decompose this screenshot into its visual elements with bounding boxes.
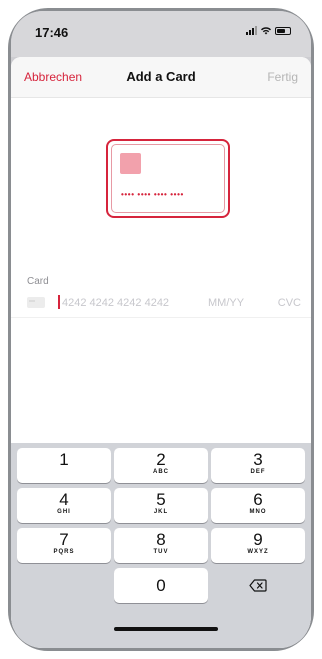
card-input-row[interactable]: 4242 4242 4242 4242 MM/YY CVC (11, 289, 311, 318)
key-digit: 0 (156, 576, 166, 595)
key-digit: 8 (156, 530, 166, 549)
key-2[interactable]: 2 ABC (114, 448, 208, 483)
nav-bar: Abbrechen Add a Card Fertig (11, 57, 311, 98)
status-icons (246, 26, 291, 35)
key-1[interactable]: 1 (17, 448, 111, 483)
key-0[interactable]: 0 (114, 568, 208, 603)
key-letters: DEF (250, 469, 266, 475)
key-6[interactable]: 6 MNO (211, 488, 305, 523)
card-chip-icon (120, 153, 141, 174)
add-card-sheet: Abbrechen Add a Card Fertig •••• •••• ••… (11, 57, 311, 648)
key-letters: PQRS (53, 549, 75, 555)
text-cursor (58, 295, 60, 309)
key-letters: ABC (153, 469, 169, 475)
key-digit: 5 (156, 490, 166, 509)
wifi-icon (261, 26, 271, 34)
key-letters: JKL (153, 509, 169, 515)
card-field-label: Card (27, 276, 49, 287)
signal-icon (246, 26, 257, 35)
card-number-field[interactable]: 4242 4242 4242 4242 (62, 297, 169, 309)
screen: 17:46 Abbrechen Add a Card Fertig •••• •… (11, 11, 311, 648)
key-digit: 9 (253, 530, 263, 549)
key-7[interactable]: 7 PQRS (17, 528, 111, 563)
key-letters: TUV (153, 549, 169, 555)
status-time: 17:46 (35, 25, 69, 40)
key-digit: 1 (59, 450, 69, 469)
done-button[interactable]: Fertig (267, 70, 298, 84)
page-title: Add a Card (126, 69, 196, 84)
delete-button[interactable] (211, 568, 305, 603)
key-digit: 3 (253, 450, 263, 469)
key-5[interactable]: 5 JKL (114, 488, 208, 523)
key-digit: 7 (59, 530, 69, 549)
expiry-field[interactable]: MM/YY (208, 297, 244, 309)
cvc-field[interactable]: CVC (278, 297, 301, 309)
number-keypad: 1 2 ABC 3 DEF 4 GHI 5 JKL 6 MNO 7 PQRS 8… (11, 443, 311, 648)
key-digit: 2 (156, 450, 166, 469)
home-indicator (114, 627, 218, 631)
card-brand-icon (27, 297, 45, 308)
status-bar: 17:46 (11, 11, 311, 57)
key-digit: 6 (253, 490, 263, 509)
key-digit: 4 (59, 490, 69, 509)
backspace-icon (249, 579, 267, 592)
key-letters: GHI (57, 509, 71, 515)
card-illustration: •••• •••• •••• •••• (106, 139, 230, 218)
key-8[interactable]: 8 TUV (114, 528, 208, 563)
battery-icon (275, 26, 291, 35)
key-4[interactable]: 4 GHI (17, 488, 111, 523)
key-letters: MNO (249, 509, 267, 515)
key-3[interactable]: 3 DEF (211, 448, 305, 483)
key-letters: WXYZ (247, 549, 269, 555)
card-number-dots: •••• •••• •••• •••• (121, 190, 184, 199)
card-illustration-inner: •••• •••• •••• •••• (111, 144, 225, 213)
key-9[interactable]: 9 WXYZ (211, 528, 305, 563)
